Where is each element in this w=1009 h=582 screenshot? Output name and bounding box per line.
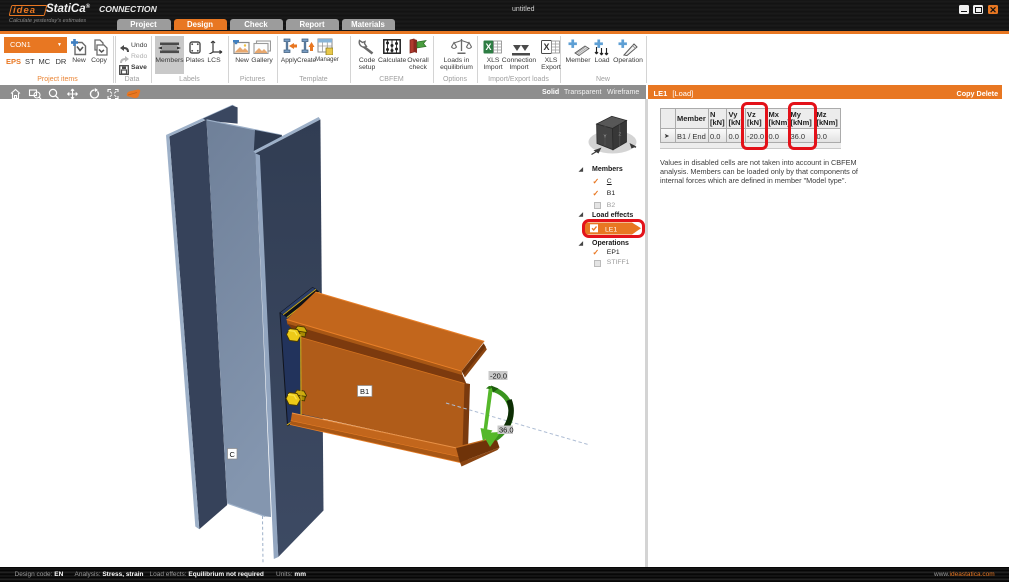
svg-text:-20.0: -20.0	[490, 371, 507, 380]
svg-text:Z: Z	[619, 132, 622, 137]
svg-text:X: X	[485, 42, 491, 52]
svg-text:C: C	[230, 450, 236, 459]
svg-text:36.0: 36.0	[499, 426, 514, 435]
svg-text:X: X	[543, 42, 549, 52]
svg-text:B1: B1	[360, 387, 369, 396]
svg-text:Y: Y	[604, 134, 607, 139]
